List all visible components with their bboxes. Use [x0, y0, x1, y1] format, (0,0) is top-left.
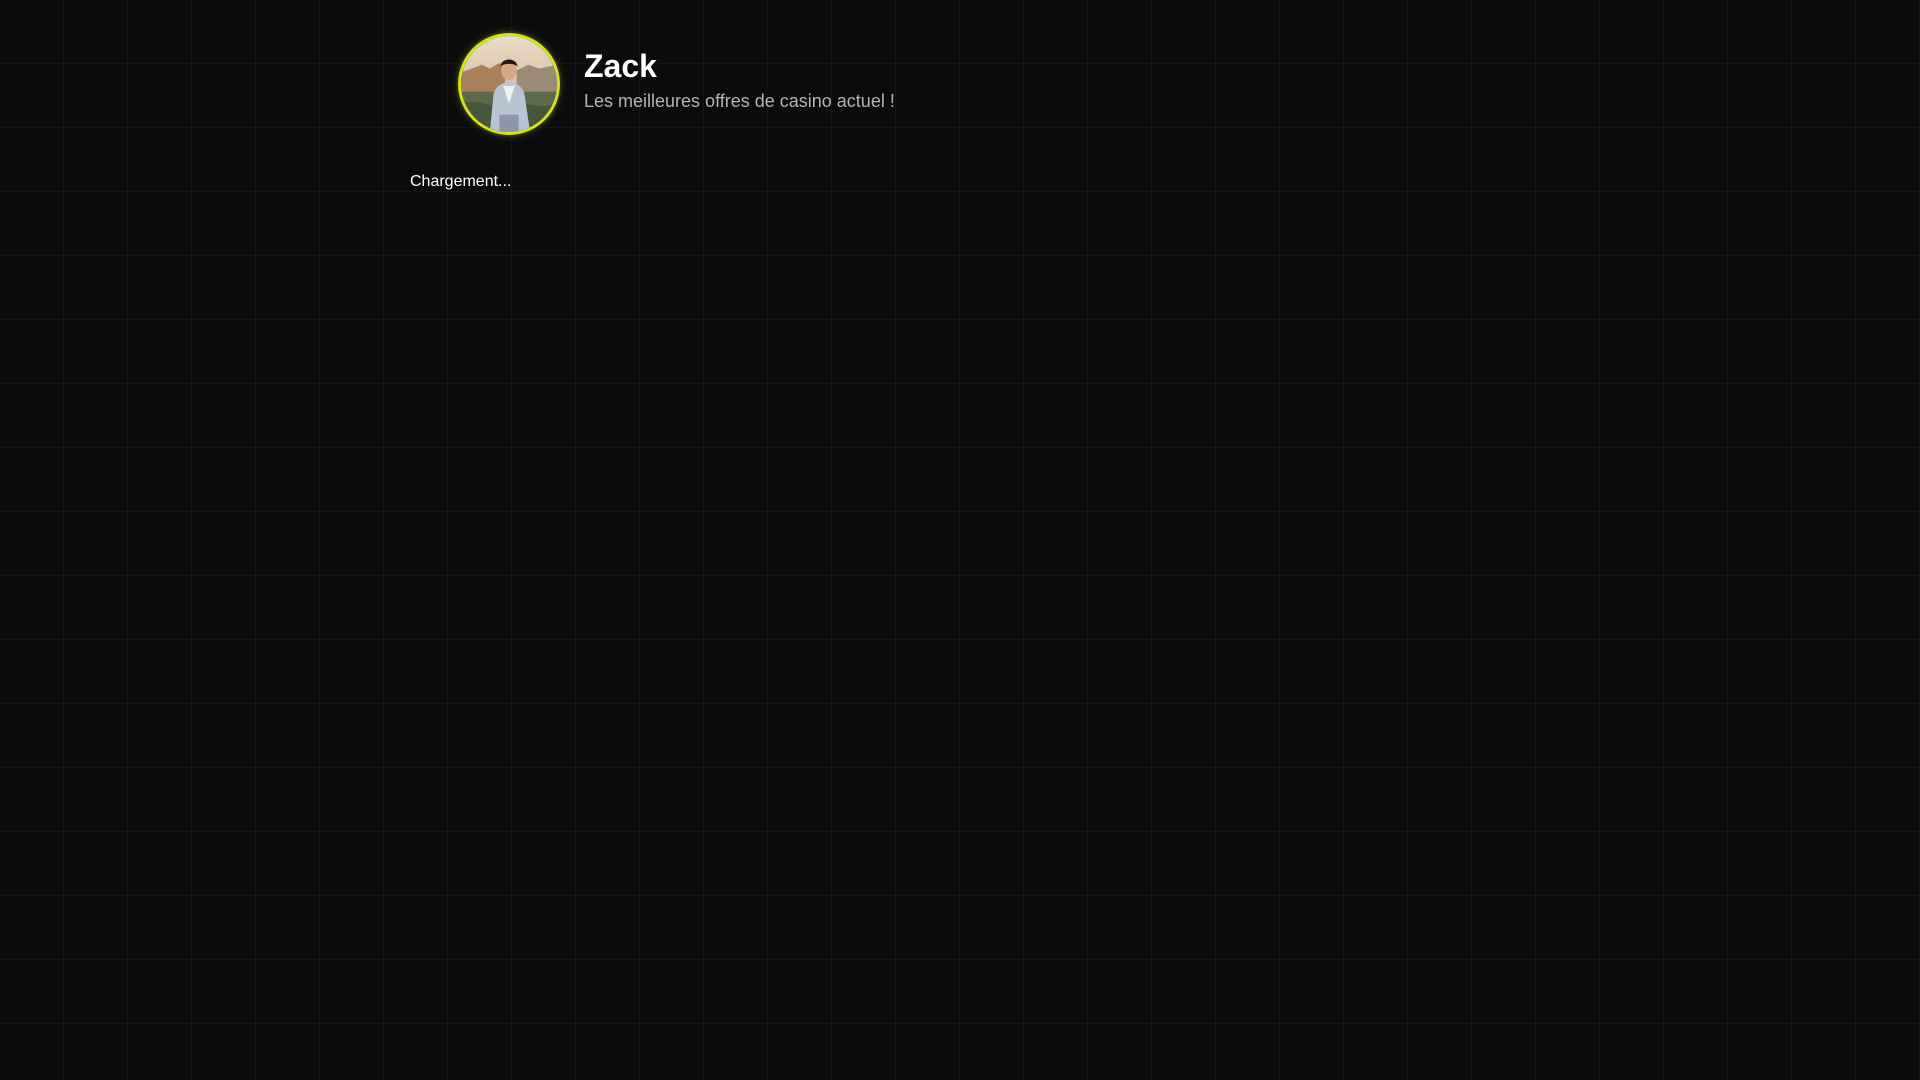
profile-header: Zack Les meilleures offres de casino act…: [458, 33, 895, 135]
person-photo-icon: [461, 36, 557, 132]
avatar: [458, 33, 560, 135]
profile-name: Zack: [584, 48, 657, 84]
profile-text: Zack Les meilleures offres de casino act…: [584, 47, 895, 113]
profile-tagline: Les meilleures offres de casino actuel !: [584, 91, 895, 111]
loading-status: Chargement...: [410, 173, 512, 190]
